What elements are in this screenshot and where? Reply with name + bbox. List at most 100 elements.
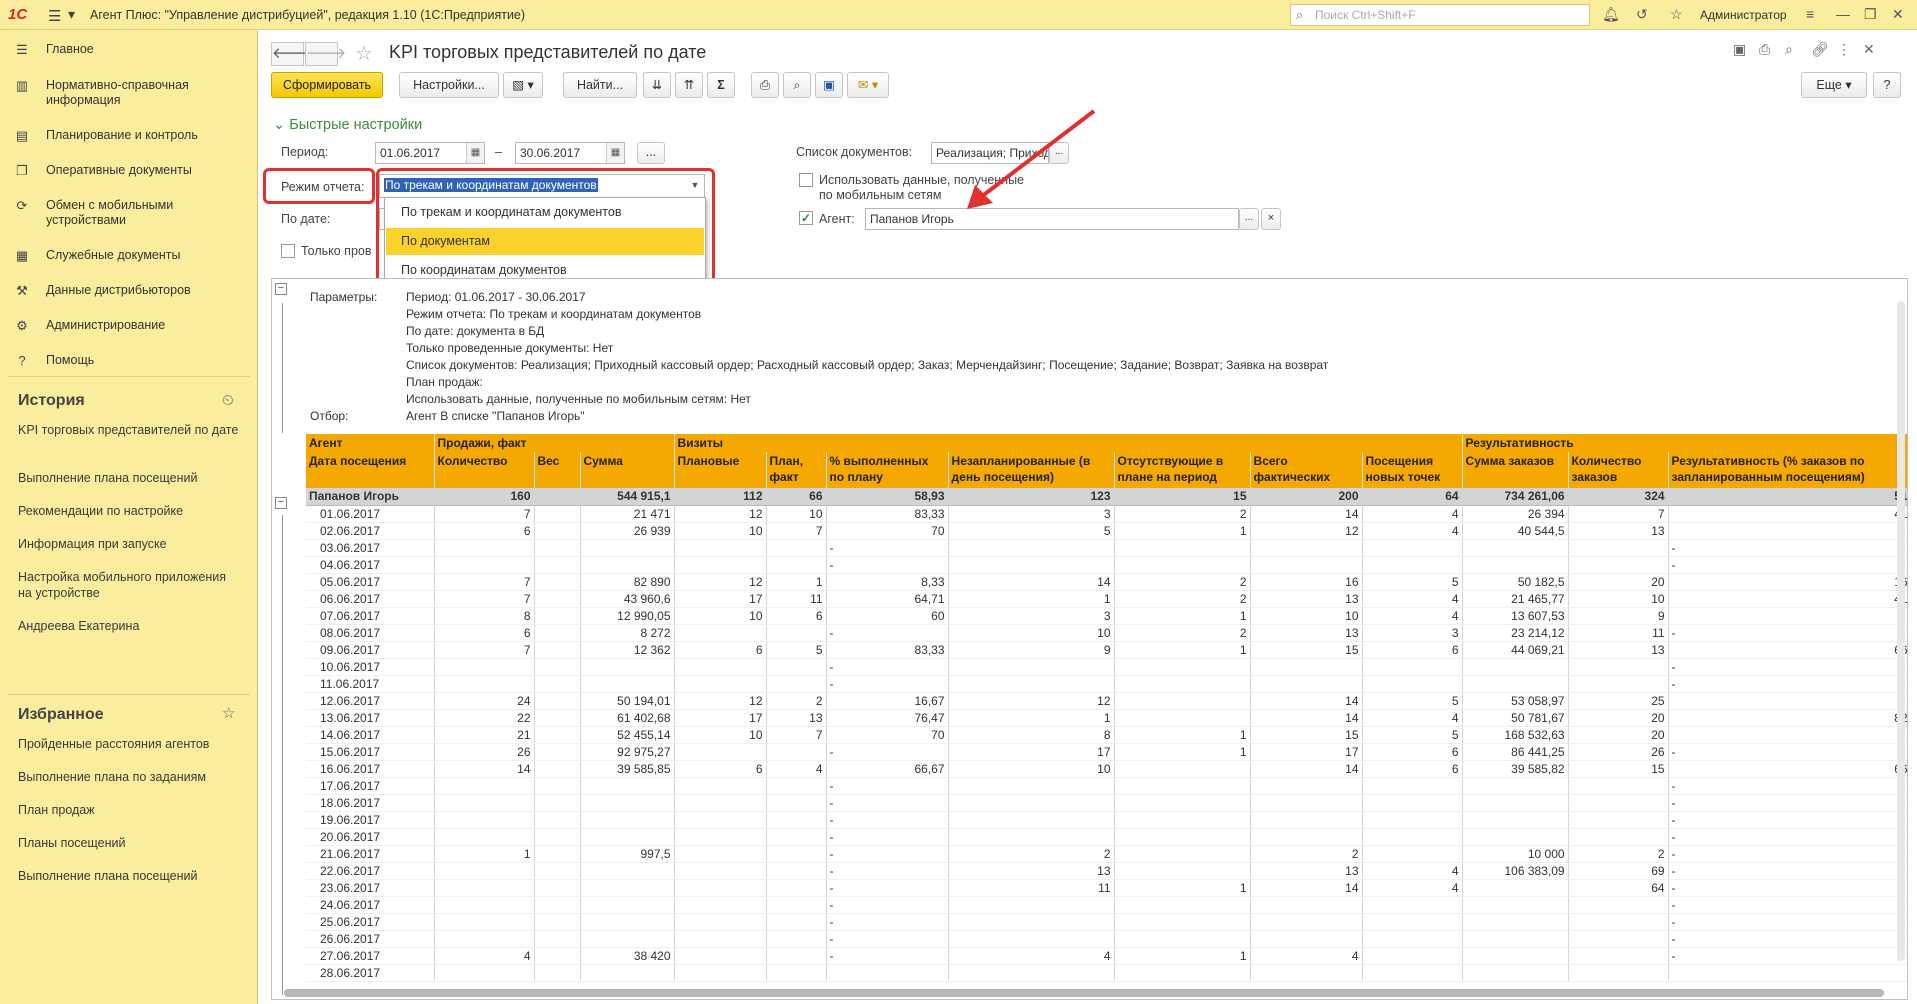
table-row[interactable]: 07.06.2017 8 12 990,05 10 6 60 3 1 10 4 13 607,53 9… xyxy=(306,607,1907,625)
user-name[interactable]: Администратор xyxy=(1700,8,1787,22)
star-icon[interactable]: ☆ xyxy=(1670,6,1683,23)
nav-planning[interactable]: ▤ Планирование и контроль xyxy=(0,128,258,148)
history-item[interactable]: Информация при запуске xyxy=(18,536,243,552)
history-item[interactable]: KPI торговых представителей по дате xyxy=(18,422,243,438)
nav-main[interactable]: ☰ Главное xyxy=(0,42,258,62)
close-icon[interactable]: ✕ xyxy=(1892,6,1904,23)
table-row[interactable]: 11.06.2017 - - xyxy=(306,675,1907,693)
table-row[interactable]: 23.06.2017-11 1 14 4 64- xyxy=(306,879,1907,897)
collapse-group-icon[interactable]: − xyxy=(275,497,287,509)
report-spreadsheet[interactable]: − Параметры: Период: 01.06.2017 - 30.06.… xyxy=(271,278,1908,1000)
quick-settings-header[interactable]: ⌄ Быстрые настройки xyxy=(273,117,422,133)
history-item[interactable]: Настройка мобильного приложения на устро… xyxy=(18,569,243,601)
send-button[interactable]: ✉ ▾ xyxy=(847,72,889,98)
only-posted-checkbox[interactable] xyxy=(281,244,295,258)
history-item[interactable]: Выполнение плана посещений xyxy=(18,470,243,486)
save-button[interactable]: ▣ xyxy=(815,72,843,98)
favorite-item[interactable]: План продаж xyxy=(18,802,243,818)
more-button[interactable]: Еще ▾ xyxy=(1801,72,1867,98)
table-row[interactable]: 12.06.2017 24 50 194,01 12 2 16,67 12 14 5 53 058… xyxy=(306,692,1907,710)
history-item[interactable]: Рекомендации по настройке xyxy=(18,503,243,519)
table-row[interactable]: 06.06.2017 7 43 960,6 17 11 64,71 1 2 13 4 21 465,… xyxy=(306,590,1907,608)
calendar-icon[interactable]: ▦ xyxy=(606,143,624,163)
calendar-icon[interactable]: ▦ xyxy=(466,143,484,163)
nav-distributors[interactable]: ⚒ Данные дистрибьюторов xyxy=(0,283,258,303)
period-select-button[interactable]: ... xyxy=(637,142,665,164)
table-row[interactable]: 28.06.2017 xyxy=(306,964,1907,982)
history-icon[interactable]: ↺ xyxy=(1636,6,1648,23)
table-row[interactable]: 13.06.2017 22 61 402,68 17 13 76,47 1 14 4 50 781… xyxy=(306,709,1907,727)
menu-dots-icon[interactable]: ≡ xyxy=(1806,6,1814,22)
link-icon[interactable]: 🔗︎ xyxy=(1811,41,1829,58)
favorite-item[interactable]: Выполнение плана посещений xyxy=(18,868,243,884)
save-icon[interactable]: ▣ xyxy=(1733,41,1746,58)
period-to-input[interactable]: 30.06.2017 ▦ xyxy=(515,142,625,164)
table-row[interactable]: 01.06.2017721 471121083,333214426 394741… xyxy=(306,505,1907,523)
table-row[interactable]: 21.06.2017 1 997,5-2 2 10 000 2- xyxy=(306,845,1907,863)
favorite-item[interactable]: Выполнение плана по заданиям xyxy=(18,769,243,785)
favorite-item[interactable]: Планы посещений xyxy=(18,835,243,851)
table-row[interactable]: 25.06.2017 - - xyxy=(306,913,1907,931)
history-item[interactable]: Андреева Екатерина xyxy=(18,618,243,634)
nav-operative-docs[interactable]: ❐ Оперативные документы xyxy=(0,163,258,183)
table-row[interactable]: 17.06.2017 - - xyxy=(306,777,1907,795)
minimize-icon[interactable]: — xyxy=(1836,6,1850,22)
table-row[interactable]: 05.06.2017 7 82 890 12 1 8,33 14 2 16 5 50 182,5 20… xyxy=(306,573,1907,591)
preview-button[interactable]: ⌕ xyxy=(783,72,811,98)
expand-all-button[interactable]: ⇈ xyxy=(675,72,703,98)
table-row[interactable]: 16.06.2017 14 39 585,85 6 4 66,67 10 14 6 39 585,… xyxy=(306,760,1907,778)
table-row[interactable]: 14.06.2017 21 52 455,14 10 7 70 8 1 15 5 168 532,6… xyxy=(306,726,1907,744)
table-group-row[interactable]: Папанов Игорь 160 544 915,1 112 66 58,93 123 15… xyxy=(306,488,1907,506)
table-row[interactable]: 26.06.2017 - - xyxy=(306,930,1907,948)
table-row[interactable]: 08.06.2017 6 8 272-10 2 13 3 23 214,12 11- xyxy=(306,624,1907,642)
more-icon[interactable]: ⋮ xyxy=(1837,41,1851,58)
table-row[interactable]: 09.06.2017 7 12 362 6 5 83,33 9 1 15 6 44 069,21 13… xyxy=(306,641,1907,659)
nav-admin[interactable]: ⚙ Администрирование xyxy=(0,318,258,338)
preview-icon[interactable]: ⌕ xyxy=(1785,41,1793,58)
table-row[interactable]: 10.06.2017 - - xyxy=(306,658,1907,676)
close-icon[interactable]: ✕ xyxy=(1863,41,1875,58)
table-row[interactable]: 18.06.2017 - - xyxy=(306,794,1907,812)
favorite-star-icon[interactable]: ☆ xyxy=(355,41,373,66)
restore-icon[interactable]: ❐ xyxy=(1864,6,1877,23)
table-row[interactable]: 02.06.2017626 939107705112440 544,5137 xyxy=(306,522,1907,540)
horizontal-scrollbar[interactable] xyxy=(284,989,1884,997)
table-row[interactable]: 19.06.2017 - - xyxy=(306,811,1907,829)
period-from-input[interactable]: 01.06.2017 ▦ xyxy=(375,142,485,164)
table-row[interactable]: 15.06.2017 26 92 975,27-17 1 17 6 86 441,25 26- xyxy=(306,743,1907,761)
table-row[interactable]: 03.06.2017 - - xyxy=(306,539,1907,557)
help-button[interactable]: ? xyxy=(1873,72,1901,98)
settings-button[interactable]: Настройки... xyxy=(399,72,499,98)
agent-checkbox[interactable]: ✓ xyxy=(799,211,813,225)
agent-clear-button[interactable]: × xyxy=(1261,208,1281,230)
find-button[interactable]: Найти... xyxy=(563,72,637,98)
search-input[interactable]: ⌕ Поиск Ctrl+Shift+F xyxy=(1290,4,1590,26)
collapse-params-icon[interactable]: − xyxy=(275,283,287,295)
back-button[interactable]: 🡐 xyxy=(271,42,312,66)
bell-icon[interactable]: 🔔︎ xyxy=(1602,6,1620,23)
variant-button[interactable]: ▧ ▾ xyxy=(503,72,543,98)
table-row[interactable]: 20.06.2017 - - xyxy=(306,828,1907,846)
collapse-all-button[interactable]: ⇊ xyxy=(643,72,671,98)
generate-button[interactable]: Сформировать xyxy=(271,72,383,98)
table-row[interactable]: 27.06.2017 4 38 420-4 1 4- xyxy=(306,947,1907,965)
vertical-scrollbar[interactable] xyxy=(1897,301,1905,961)
agent-select-button[interactable]: ... xyxy=(1239,208,1259,230)
menu-icon[interactable]: ☰ xyxy=(48,7,61,25)
forward-button[interactable]: 🡒 xyxy=(305,42,346,66)
favorite-item[interactable]: Пройденные расстояния агентов xyxy=(18,736,243,752)
apps-icon[interactable]: ▾ xyxy=(68,6,75,23)
table-row[interactable]: 24.06.2017 - - xyxy=(306,896,1907,914)
sum-button[interactable]: Σ xyxy=(707,72,735,98)
use-mobile-checkbox[interactable] xyxy=(799,173,813,187)
nav-reference[interactable]: ▥ Нормативно-справочная информация xyxy=(0,78,258,107)
history-icon[interactable]: ⏲ xyxy=(222,392,234,409)
table-row[interactable]: 22.06.2017-13 13 4 106 383,09 69- xyxy=(306,862,1907,880)
nav-help[interactable]: ? Помощь xyxy=(0,353,258,373)
print-icon[interactable]: ⎙ xyxy=(1759,41,1770,58)
nav-mobile-exchange[interactable]: ⟳ Обмен с мобильными устройствами xyxy=(0,198,258,227)
nav-service-docs[interactable]: ▦ Служебные документы xyxy=(0,248,258,268)
star-icon[interactable]: ☆ xyxy=(222,704,235,722)
table-row[interactable]: 04.06.2017 - - xyxy=(306,556,1907,574)
print-button[interactable]: ⎙ xyxy=(751,72,779,98)
